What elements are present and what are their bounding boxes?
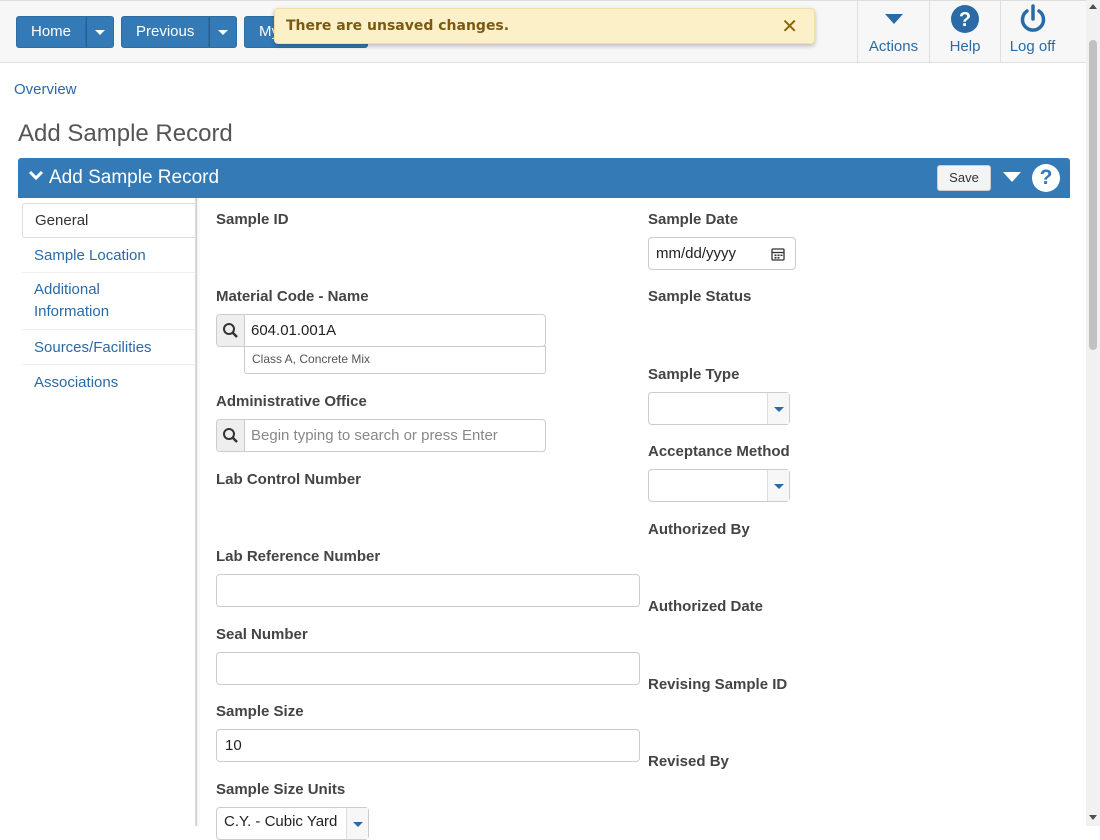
acceptance-method-select[interactable] bbox=[648, 469, 790, 502]
revised-by-label: Revised By bbox=[648, 753, 729, 770]
previous-split-button: Previous bbox=[121, 16, 238, 48]
calendar-icon[interactable] bbox=[771, 247, 785, 261]
sample-type-label: Sample Type bbox=[648, 366, 740, 383]
authorized-date-label: Authorized Date bbox=[648, 598, 764, 615]
sample-size-label: Sample Size bbox=[216, 703, 304, 720]
sidenav-item-additional-information[interactable]: Additional Information bbox=[22, 273, 197, 330]
acceptance-method-label: Acceptance Method bbox=[648, 443, 790, 460]
search-icon bbox=[223, 323, 238, 338]
scroll-up-icon[interactable] bbox=[1089, 4, 1097, 9]
chevron-down-icon bbox=[767, 470, 789, 501]
chevron-down-icon bbox=[218, 30, 229, 35]
section-sidenav: General Sample Location Additional Infor… bbox=[22, 203, 197, 400]
sample-date-input[interactable]: mm/dd/yyyy bbox=[648, 237, 796, 270]
page-title: Add Sample Record bbox=[18, 120, 233, 147]
sample-date-placeholder: mm/dd/yyyy bbox=[656, 245, 737, 262]
lab-control-number-label: Lab Control Number bbox=[216, 471, 361, 488]
sample-status-label: Sample Status bbox=[648, 288, 752, 305]
actions-menu[interactable]: Actions bbox=[857, 1, 929, 63]
panel-header: Add Sample Record Save ? bbox=[18, 158, 1070, 198]
material-code-value: 604.01.001A bbox=[251, 322, 337, 339]
chevron-down-icon bbox=[95, 30, 106, 35]
chevron-down-icon bbox=[346, 808, 368, 839]
administrative-office-label: Administrative Office bbox=[216, 393, 367, 410]
help-label: Help bbox=[949, 38, 981, 55]
scrollbar-thumb[interactable] bbox=[1089, 40, 1097, 350]
sample-date-label: Sample Date bbox=[648, 211, 739, 228]
material-description: Class A, Concrete Mix bbox=[244, 346, 546, 374]
actions-caret-icon bbox=[884, 14, 903, 24]
scroll-down-icon[interactable] bbox=[1089, 815, 1097, 820]
sidenav-item-associations[interactable]: Associations bbox=[22, 365, 197, 400]
sample-id-label: Sample ID bbox=[216, 211, 289, 228]
vertical-scrollbar[interactable] bbox=[1086, 0, 1100, 826]
administrative-office-input[interactable]: Begin typing to search or press Enter bbox=[216, 419, 546, 452]
sidenav-item-label: Associations bbox=[34, 374, 119, 391]
search-icon bbox=[223, 428, 238, 443]
authorized-by-label: Authorized By bbox=[648, 521, 750, 538]
toast-message: There are unsaved changes. bbox=[286, 18, 510, 34]
lab-reference-number-label: Lab Reference Number bbox=[216, 548, 381, 565]
help-menu[interactable]: ? Help bbox=[929, 1, 1000, 63]
previous-menu-button[interactable] bbox=[209, 16, 238, 48]
chevron-down-icon bbox=[767, 393, 789, 424]
home-button[interactable]: Home bbox=[16, 16, 87, 48]
sidenav-item-label: Additional Information bbox=[34, 281, 110, 320]
seal-number-label: Seal Number bbox=[216, 626, 308, 643]
sample-size-units-label: Sample Size Units bbox=[216, 781, 346, 798]
material-code-input[interactable]: 604.01.001A bbox=[216, 314, 546, 347]
administrative-office-placeholder: Begin typing to search or press Enter bbox=[251, 427, 498, 444]
logoff-menu[interactable]: Log off bbox=[1000, 1, 1064, 63]
previous-button[interactable]: Previous bbox=[121, 16, 210, 48]
sample-size-units-select[interactable]: C.Y. - Cubic Yard bbox=[216, 807, 369, 840]
close-icon[interactable]: ✕ bbox=[781, 14, 798, 39]
chevron-down-icon[interactable] bbox=[29, 171, 43, 181]
svg-text:?: ? bbox=[959, 9, 971, 31]
sidenav-item-label: Sources/Facilities bbox=[34, 339, 152, 356]
lab-reference-number-field[interactable] bbox=[216, 574, 640, 607]
sample-type-select[interactable] bbox=[648, 392, 790, 425]
material-code-label: Material Code - Name bbox=[216, 288, 369, 305]
search-icon-cell[interactable] bbox=[217, 420, 245, 451]
actions-label: Actions bbox=[868, 38, 919, 55]
power-icon bbox=[1020, 4, 1045, 32]
sample-size-units-value: C.Y. - Cubic Yard bbox=[224, 813, 338, 830]
logoff-label: Log off bbox=[1009, 38, 1056, 55]
save-button[interactable]: Save bbox=[937, 165, 991, 191]
sidenav-item-sample-location[interactable]: Sample Location bbox=[22, 238, 197, 273]
sidenav-item-sources-facilities[interactable]: Sources/Facilities bbox=[22, 330, 197, 365]
seal-number-field[interactable] bbox=[216, 652, 640, 685]
panel-title: Add Sample Record bbox=[49, 167, 220, 188]
help-circle-icon: ? bbox=[951, 5, 979, 33]
home-split-button: Home bbox=[16, 16, 115, 48]
search-icon-cell[interactable] bbox=[217, 315, 245, 346]
sidenav-item-general[interactable]: General bbox=[22, 203, 197, 238]
sidenav-item-label: Sample Location bbox=[34, 247, 146, 264]
home-menu-button[interactable] bbox=[86, 16, 115, 48]
breadcrumb-overview[interactable]: Overview bbox=[14, 81, 77, 98]
content-shadow bbox=[196, 198, 201, 826]
revising-sample-id-label: Revising Sample ID bbox=[648, 676, 788, 693]
unsaved-changes-toast: There are unsaved changes. ✕ bbox=[274, 8, 815, 44]
panel-menu-caret-icon[interactable] bbox=[1003, 172, 1021, 182]
sidenav-item-label: General bbox=[35, 212, 89, 229]
panel-help-icon[interactable]: ? bbox=[1032, 164, 1060, 192]
sample-size-field[interactable]: 10 bbox=[216, 729, 640, 762]
